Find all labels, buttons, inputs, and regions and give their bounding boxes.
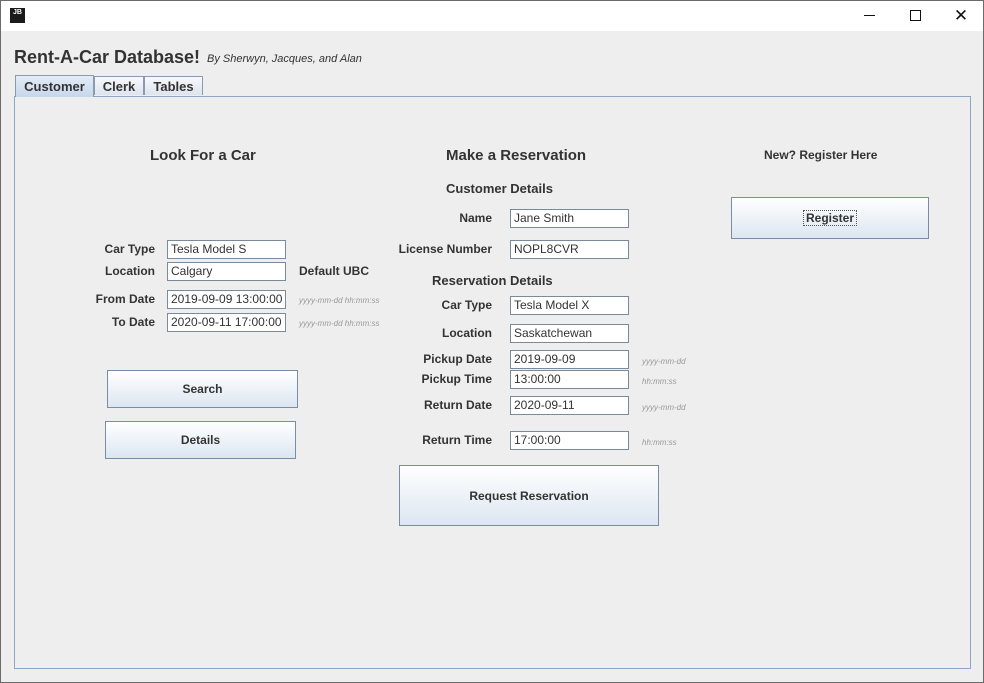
search-button-label: Search — [182, 382, 223, 396]
return-time-input[interactable]: 17:00:00 — [510, 431, 629, 450]
title-bar[interactable]: JB ✕ — [1, 1, 983, 31]
return-date-format-hint: yyyy-mm-dd — [642, 403, 686, 412]
register-button-label: Register — [802, 210, 858, 226]
app-window: JB ✕ Rent-A-Car Database! By Sherwyn, Ja… — [0, 0, 984, 683]
from-date-label: From Date — [95, 292, 155, 306]
close-icon: ✕ — [953, 6, 969, 26]
from-date-format-hint: yyyy-mm-dd hh:mm:ss — [299, 296, 380, 305]
register-heading: New? Register Here — [764, 148, 878, 162]
car-type-label: Car Type — [104, 242, 155, 256]
pickup-time-label: Pickup Time — [421, 372, 492, 386]
tab-clerk[interactable]: Clerk — [94, 76, 144, 95]
make-reservation-heading: Make a Reservation — [446, 147, 587, 164]
pickup-date-label: Pickup Date — [423, 352, 492, 366]
customer-details-heading: Customer Details — [446, 181, 553, 196]
pickup-date-format-hint: yyyy-mm-dd — [642, 357, 686, 366]
pickup-time-input[interactable]: 13:00:00 — [510, 370, 629, 389]
tab-tables[interactable]: Tables — [144, 76, 203, 95]
reservation-details-heading: Reservation Details — [432, 273, 553, 288]
search-button[interactable]: Search — [107, 370, 298, 408]
return-date-input[interactable]: 2020-09-11 — [510, 396, 629, 415]
reservation-car-type-input[interactable]: Tesla Model X — [510, 296, 629, 315]
app-subtitle: By Sherwyn, Jacques, and Alan — [207, 53, 362, 65]
java-app-icon: JB — [10, 8, 25, 23]
details-button[interactable]: Details — [105, 421, 296, 459]
close-button[interactable]: ✕ — [938, 1, 983, 31]
car-type-input[interactable]: Tesla Model S — [167, 240, 286, 259]
license-number-input[interactable]: NOPL8CVR — [510, 240, 629, 259]
register-button[interactable]: Register — [731, 197, 929, 239]
customer-panel: Look For a Car Car Type Tesla Model S Lo… — [14, 96, 971, 669]
default-location-note: Default UBC — [299, 264, 370, 278]
details-button-label: Details — [180, 433, 221, 447]
license-number-label: License Number — [398, 242, 492, 256]
app-title: Rent-A-Car Database! — [14, 47, 201, 67]
to-date-label: To Date — [111, 315, 155, 329]
from-date-input[interactable]: 2019-09-09 13:00:00 — [167, 290, 286, 309]
pickup-time-format-hint: hh:mm:ss — [642, 377, 677, 386]
maximize-button[interactable] — [892, 1, 938, 31]
look-for-car-heading: Look For a Car — [150, 147, 256, 164]
request-reservation-button[interactable]: Request Reservation — [399, 465, 659, 526]
client-area: Rent-A-Car Database! By Sherwyn, Jacques… — [1, 31, 983, 682]
location-input[interactable]: Calgary — [167, 262, 286, 281]
to-date-format-hint: yyyy-mm-dd hh:mm:ss — [299, 319, 380, 328]
name-input[interactable]: Jane Smith — [510, 209, 629, 228]
reservation-location-label: Location — [442, 326, 492, 340]
minimize-icon — [864, 15, 875, 16]
tab-customer[interactable]: Customer — [15, 75, 94, 97]
reservation-location-input[interactable]: Saskatchewan — [510, 324, 629, 343]
location-label: Location — [105, 264, 155, 278]
maximize-icon — [910, 10, 921, 21]
to-date-input[interactable]: 2020-09-11 17:00:00 — [167, 313, 286, 332]
minimize-button[interactable] — [846, 1, 892, 31]
return-time-label: Return Time — [422, 433, 492, 447]
return-time-format-hint: hh:mm:ss — [642, 438, 677, 447]
name-label: Name — [459, 211, 492, 225]
request-reservation-label: Request Reservation — [469, 488, 589, 503]
reservation-car-type-label: Car Type — [441, 298, 492, 312]
pickup-date-input[interactable]: 2019-09-09 — [510, 350, 629, 369]
return-date-label: Return Date — [423, 398, 492, 412]
